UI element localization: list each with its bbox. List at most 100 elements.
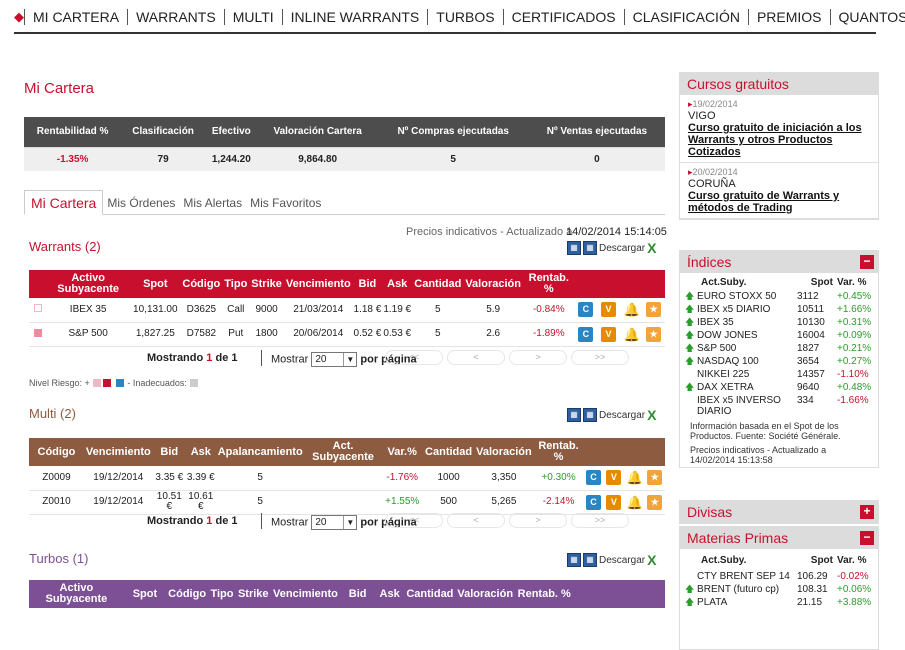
excel-icon[interactable]: X — [647, 240, 656, 256]
buy-button[interactable]: C — [578, 302, 594, 318]
tab-mis-favoritos[interactable]: Mis Favoritos — [246, 190, 325, 214]
course-link[interactable]: Curso gratuito de Warrants y métodos de … — [688, 190, 870, 214]
col-header[interactable]: Rentab. % — [515, 580, 574, 608]
col-header[interactable]: Código — [166, 580, 209, 608]
sell-button[interactable]: V — [600, 302, 616, 318]
sell-button[interactable]: V — [606, 494, 622, 510]
col-header[interactable]: Valoración — [455, 580, 516, 608]
col-header[interactable]: Var.% — [381, 438, 424, 466]
cell-codigo[interactable]: D7582 — [180, 322, 223, 347]
alert-bell-icon[interactable]: 🔔 — [623, 302, 640, 318]
col-header[interactable]: Rentab. % — [533, 438, 584, 466]
favorite-star-icon[interactable]: ★ — [646, 302, 662, 318]
col-header[interactable]: Ask — [185, 438, 216, 466]
sell-button[interactable]: V — [600, 326, 616, 342]
favorite-star-icon[interactable]: ★ — [646, 326, 662, 342]
col-header[interactable]: Cantidad — [412, 270, 464, 298]
collapse-indices-button[interactable]: − — [860, 255, 874, 269]
page-size-select[interactable]: ▼ 20 — [311, 515, 358, 530]
home-icon[interactable]: ◆ — [14, 9, 24, 25]
nav-clasificacion[interactable]: CLASIFICACIÓN — [623, 9, 748, 25]
col-header[interactable]: Tipo — [222, 270, 250, 298]
collapse-icon[interactable]: ▦ — [567, 408, 581, 422]
expand-icon[interactable]: ▦ — [583, 553, 597, 567]
col-header[interactable]: Valoración — [463, 270, 523, 298]
alert-bell-icon[interactable]: 🔔 — [623, 326, 640, 342]
prev-page-button[interactable]: < — [447, 350, 505, 365]
buy-button[interactable]: C — [586, 470, 602, 486]
alert-bell-icon[interactable]: 🔔 — [626, 494, 643, 510]
download-label[interactable]: Descargar — [599, 410, 645, 421]
first-page-button[interactable]: << — [385, 350, 443, 365]
buy-button[interactable]: C — [578, 326, 594, 342]
col-header[interactable]: Activo Subyacente — [29, 580, 124, 608]
favorite-star-icon[interactable]: ★ — [647, 494, 663, 510]
col-header[interactable]: Ask — [374, 580, 405, 608]
prices-note: Precios indicativos - Actualizado a — [406, 226, 573, 238]
collapse-icon[interactable]: ▦ — [567, 553, 581, 567]
prev-page-button[interactable]: < — [447, 513, 505, 528]
nav-certificados[interactable]: CERTIFICADOS — [502, 9, 624, 25]
col-header[interactable]: Bid — [352, 270, 383, 298]
col-header[interactable]: Spot — [123, 580, 167, 608]
expand-icon[interactable]: ▦ — [583, 241, 597, 255]
col-header[interactable]: Activo Subyacente — [46, 270, 131, 298]
cell-codigo[interactable]: Z0010 — [29, 490, 84, 515]
expand-divisas-button[interactable]: + — [860, 505, 874, 519]
tab-mis-ordenes[interactable]: Mis Órdenes — [103, 190, 179, 214]
warrants-download[interactable]: ▦ ▦ Descargar X — [567, 240, 656, 256]
excel-icon[interactable]: X — [647, 552, 656, 568]
nav-multi[interactable]: MULTI — [223, 9, 282, 25]
last-page-button[interactable]: >> — [571, 513, 629, 528]
col-header[interactable]: Apalancamiento — [215, 438, 305, 466]
col-header[interactable]: Cantidad — [404, 580, 456, 608]
col-header[interactable]: Vencimiento — [270, 580, 341, 608]
arrow-up-icon: 🡅 — [685, 584, 695, 594]
course-link[interactable]: Curso gratuito de iniciación a los Warra… — [688, 122, 870, 158]
page-size-select[interactable]: ▼ 20 — [311, 352, 358, 367]
cell-codigo[interactable]: D3625 — [180, 298, 223, 323]
expand-icon[interactable]: ▦ — [583, 408, 597, 422]
col-header: Spot — [810, 554, 833, 566]
buy-button[interactable]: C — [586, 494, 602, 510]
col-header[interactable]: Strike — [235, 580, 271, 608]
tab-mis-alertas[interactable]: Mis Alertas — [179, 190, 246, 214]
col-header[interactable]: Ask — [382, 270, 413, 298]
nav-mi-cartera[interactable]: MI CARTERA — [24, 9, 127, 25]
next-page-button[interactable]: > — [509, 350, 567, 365]
download-label[interactable]: Descargar — [599, 243, 645, 254]
cell-vencimiento: 20/06/2014 — [283, 322, 353, 347]
download-label[interactable]: Descargar — [599, 555, 645, 566]
excel-icon[interactable]: X — [647, 407, 656, 423]
first-page-button[interactable]: << — [385, 513, 443, 528]
nav-inline-warrants[interactable]: INLINE WARRANTS — [281, 9, 428, 25]
col-header[interactable]: Bid — [152, 438, 186, 466]
col-header[interactable]: Vencimiento — [283, 270, 353, 298]
last-page-button[interactable]: >> — [571, 350, 629, 365]
nav-turbos[interactable]: TURBOS — [427, 9, 502, 25]
nav-premios[interactable]: PREMIOS — [747, 9, 830, 25]
col-header[interactable]: Bid — [340, 580, 375, 608]
multi-download[interactable]: ▦ ▦ Descargar X — [567, 407, 656, 423]
col-header[interactable]: Valoración — [474, 438, 534, 466]
collapse-icon[interactable]: ▦ — [567, 241, 581, 255]
col-header[interactable]: Tipo — [208, 580, 236, 608]
col-header[interactable]: Cantidad — [423, 438, 475, 466]
col-header[interactable]: Código — [29, 438, 84, 466]
turbos-download[interactable]: ▦ ▦ Descargar X — [567, 552, 656, 568]
col-header[interactable]: Vencimiento — [83, 438, 153, 466]
sell-button[interactable]: V — [606, 470, 622, 486]
col-header[interactable]: Act. Subyacente — [304, 438, 382, 466]
tab-mi-cartera[interactable]: Mi Cartera — [24, 190, 104, 215]
nav-quantos[interactable]: QUANTOS — [829, 9, 905, 25]
collapse-materias-button[interactable]: − — [860, 531, 874, 545]
alert-bell-icon[interactable]: 🔔 — [626, 470, 643, 486]
nav-warrants[interactable]: WARRANTS — [127, 9, 224, 25]
col-header[interactable]: Rentab. % — [522, 270, 575, 298]
next-page-button[interactable]: > — [509, 513, 567, 528]
col-header[interactable]: Strike — [249, 270, 284, 298]
col-header[interactable]: Código — [180, 270, 223, 298]
col-header[interactable]: Spot — [130, 270, 181, 298]
favorite-star-icon[interactable]: ★ — [647, 470, 663, 486]
cell-codigo[interactable]: Z0009 — [29, 466, 84, 491]
